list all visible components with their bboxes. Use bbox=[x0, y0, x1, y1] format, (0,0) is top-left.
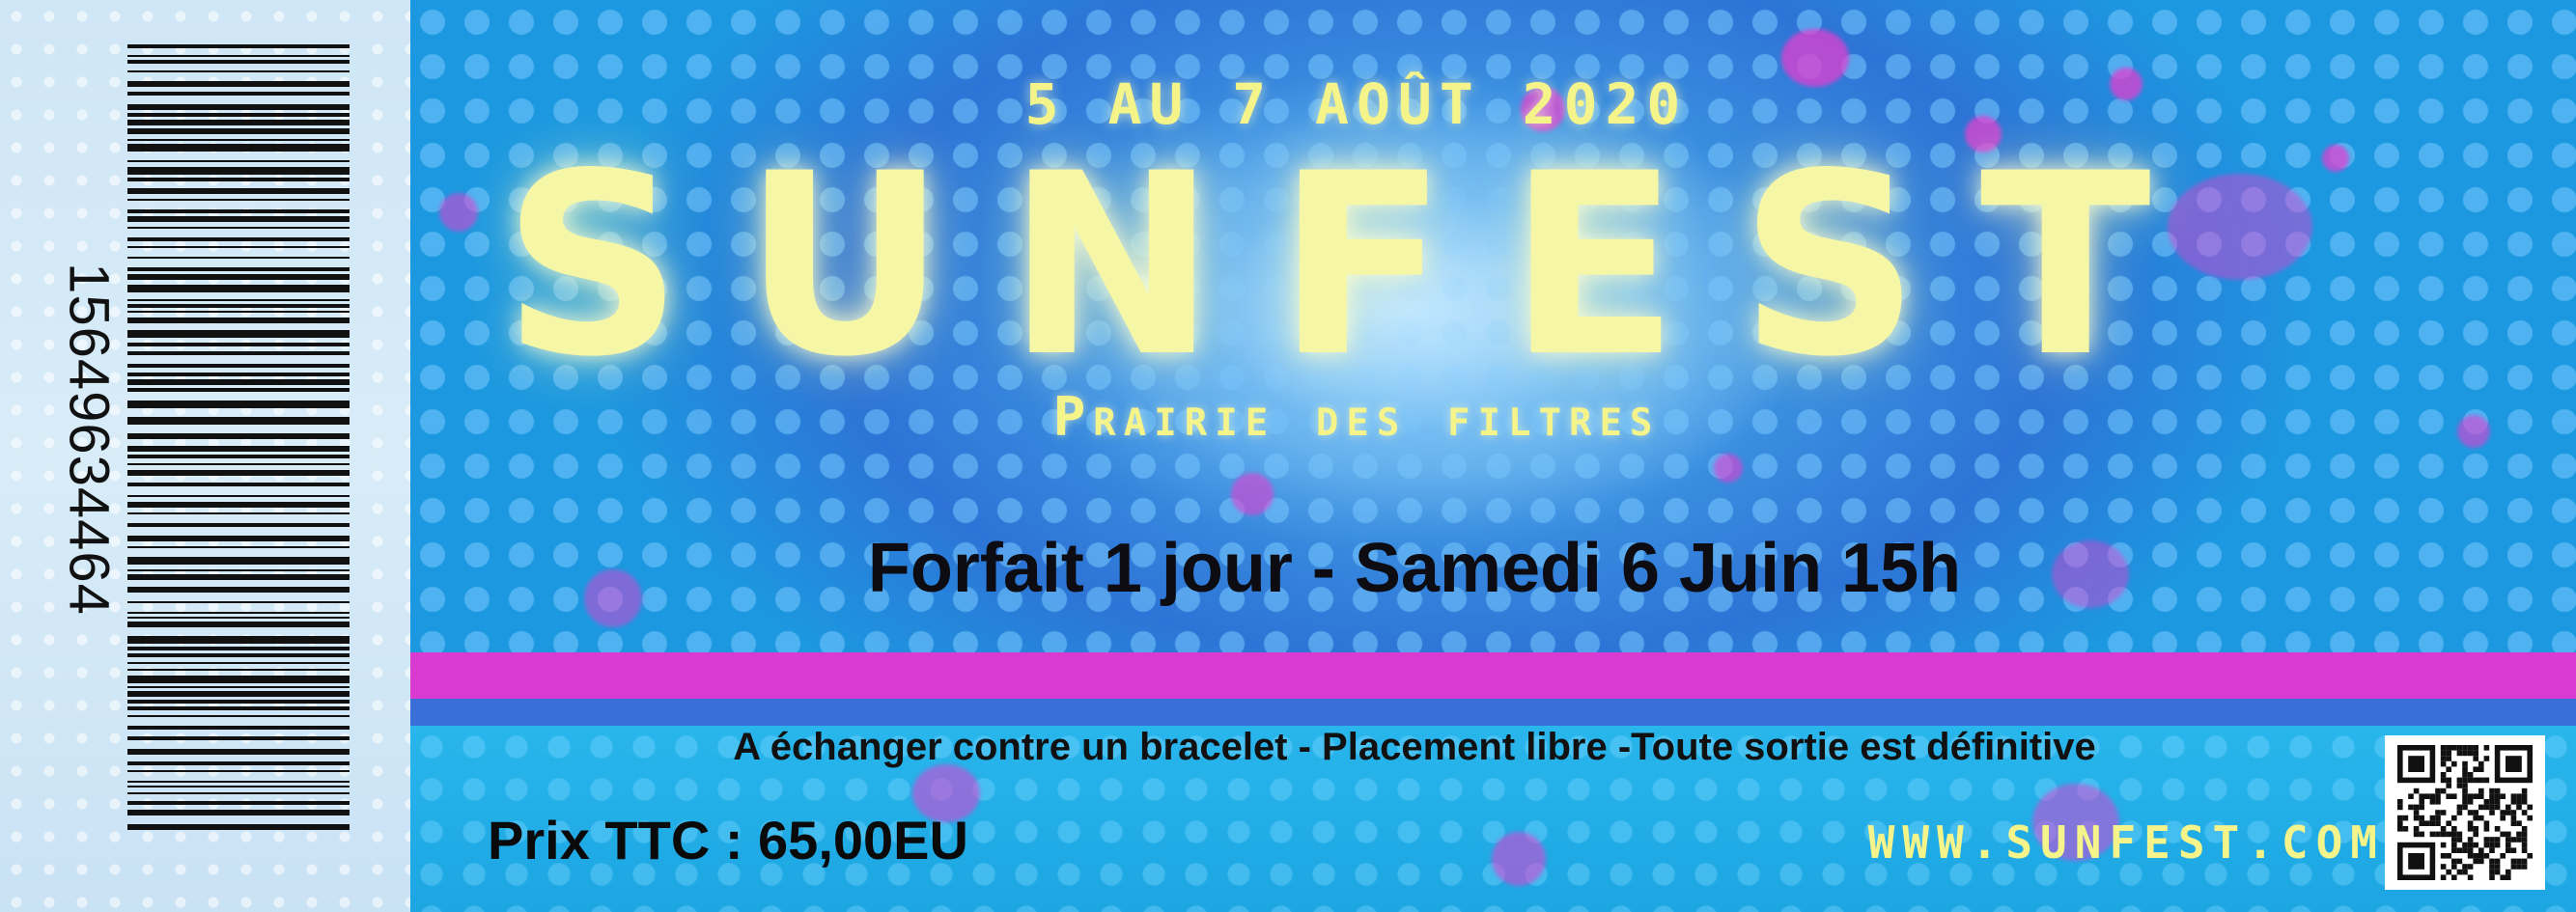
paint-splat bbox=[2457, 415, 2490, 448]
paint-splat bbox=[1714, 454, 1743, 483]
ticket-conditions: A échanger contre un bracelet - Placemen… bbox=[733, 726, 2096, 768]
website-link[interactable]: WWW.SUNFEST.COM bbox=[1791, 816, 2385, 869]
pass-description: Forfait 1 jour - Samedi 6 Juin 15h bbox=[867, 530, 1962, 607]
event-title: SUNFEST bbox=[502, 121, 2211, 412]
ticket-price: Prix TTC : 65,00EU bbox=[488, 810, 968, 871]
ticket-stub: 15649634464 bbox=[0, 0, 410, 912]
blue-band bbox=[410, 699, 2576, 726]
ticket-main: 5 AU 7 AOÛT 2020 SUNFEST Prairie des fil… bbox=[410, 0, 2576, 912]
pink-band bbox=[410, 652, 2576, 699]
barcode-number: 15649634464 bbox=[57, 263, 121, 616]
qr-code-icon bbox=[2397, 745, 2533, 880]
barcode-icon bbox=[127, 44, 350, 830]
event-venue: Prairie des filtres bbox=[1052, 386, 1661, 449]
paint-splat bbox=[1492, 832, 1546, 886]
qr-code bbox=[2385, 735, 2545, 890]
paint-splat bbox=[1231, 473, 1274, 515]
paint-splat bbox=[2322, 145, 2349, 172]
